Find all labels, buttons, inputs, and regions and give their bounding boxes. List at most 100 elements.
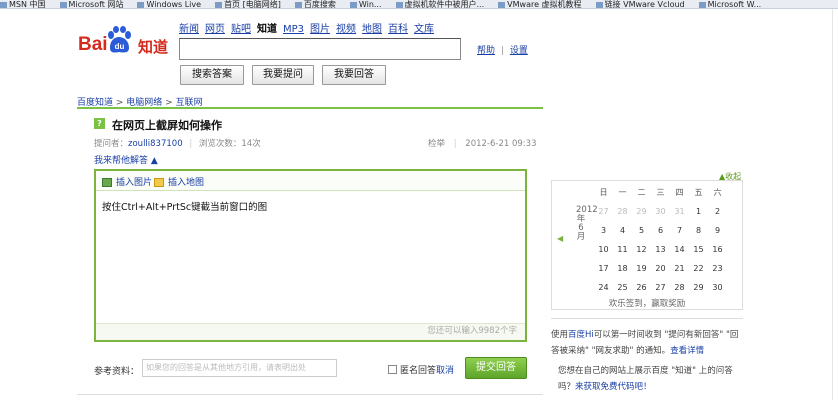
question-icon: ? (94, 118, 105, 129)
favorite-page-icon (294, 1, 302, 8)
calendar-day[interactable]: 4 (613, 221, 632, 240)
settings-link[interactable]: 设置 (510, 46, 528, 56)
calendar-day[interactable]: 10 (594, 240, 613, 259)
favorite-page-icon (349, 1, 357, 8)
nav-item[interactable]: MP3 (283, 24, 304, 35)
favorite-page-icon (395, 1, 403, 8)
anonymous-checkbox[interactable] (388, 365, 397, 374)
favorite-page-icon (137, 1, 145, 8)
baidu-zhidao-logo[interactable]: Bai du 知道 (78, 26, 174, 60)
favorite-label: 链接 VMware Vcloud (604, 0, 685, 9)
calendar-day[interactable]: 15 (689, 240, 708, 259)
favorite-page-icon (0, 1, 7, 8)
weekday-header: 六 (713, 188, 722, 197)
nav-item[interactable]: 图片 (310, 24, 330, 35)
calendar-day[interactable]: 8 (689, 221, 708, 240)
calendar-day[interactable]: 27 (594, 202, 613, 221)
calendar-day[interactable]: 29 (632, 202, 651, 221)
nav-item[interactable]: 文库 (414, 24, 434, 35)
calendar-day[interactable]: 1 (689, 202, 708, 221)
search-answer-button[interactable]: 搜索答案 (180, 65, 244, 85)
calendar-day[interactable]: 28 (670, 278, 689, 297)
calendar-day[interactable]: 23 (708, 259, 727, 278)
submit-answer-button[interactable]: 提交回答 (465, 357, 527, 379)
insert-map-label: 插入地图 (168, 178, 205, 188)
nav-item[interactable]: 贴吧 (231, 24, 251, 35)
ask-question-button[interactable]: 我要提问 (252, 65, 314, 85)
nav-item[interactable]: 地图 (362, 24, 382, 35)
favorite-item[interactable]: Win... (349, 1, 382, 8)
favorite-item[interactable]: Microsoft 网站 (59, 1, 123, 8)
i-help-answer-toggle[interactable]: 我来帮他解答 ▲ (94, 153, 158, 166)
footer-divider (77, 394, 543, 395)
reference-label: 参考资料： (94, 367, 140, 377)
favorite-item[interactable]: MSN 中国 (0, 1, 46, 8)
calendar-day[interactable]: 26 (632, 278, 651, 297)
insert-image-button[interactable]: 插入图片 (102, 175, 152, 188)
calendar-day[interactable]: 6 (651, 221, 670, 240)
favorite-item[interactable]: 虚拟机软件中被用户... (395, 1, 484, 8)
calendar-day[interactable]: 30 (651, 202, 670, 221)
view-details-link[interactable]: 查看详情 (670, 346, 704, 356)
search-input[interactable] (179, 38, 461, 60)
favorite-item[interactable]: Windows Live (137, 1, 201, 8)
calendar-day[interactable]: 28 (613, 202, 632, 221)
nav-item[interactable]: 新闻 (179, 24, 199, 35)
calendar-day[interactable]: 9 (708, 221, 727, 240)
nav-item[interactable]: 视频 (336, 24, 356, 35)
baidu-hi-link[interactable]: 百度Hi (568, 330, 594, 340)
calendar-day[interactable]: 17 (594, 259, 613, 278)
anonymous-option: 匿名回答取消 (388, 363, 454, 376)
calendar-day[interactable]: 24 (594, 278, 613, 297)
asker-link[interactable]: zoulli837100 (128, 139, 183, 149)
favorite-page-icon (498, 1, 506, 8)
answer-button[interactable]: 我要回答 (322, 65, 386, 85)
calendar-day[interactable]: 2 (708, 202, 727, 221)
insert-map-button[interactable]: 插入地图 (154, 175, 204, 188)
answer-textarea[interactable]: 按住Ctrl+Alt+PrtSc键截当前窗口的图 (102, 199, 267, 213)
nav-item[interactable]: 百科 (388, 24, 408, 35)
calendar-day[interactable]: 13 (651, 240, 670, 259)
favorite-item[interactable]: Microsoft W... (698, 1, 761, 8)
signin-prompt[interactable]: 欢乐签到，赢取奖励 (552, 297, 742, 309)
calendar-day[interactable]: 22 (689, 259, 708, 278)
prev-month-icon[interactable]: ◀ (557, 234, 563, 243)
anonymous-label: 匿名回答 (400, 366, 437, 376)
calendar-day[interactable]: 3 (594, 221, 613, 240)
help-separator: | (500, 46, 504, 56)
reference-input[interactable]: 如果您的回答是从其他地方引用，请表明出处 (142, 359, 337, 377)
cancel-link[interactable]: 取消 (436, 366, 454, 376)
favorite-item[interactable]: 首页 [电脑网络] (215, 0, 281, 9)
calendar-day[interactable]: 29 (689, 278, 708, 297)
calendar-day[interactable]: 21 (670, 259, 689, 278)
calendar-day[interactable]: 31 (670, 202, 689, 221)
help-link[interactable]: 帮助 (477, 46, 495, 56)
calendar-day[interactable]: 7 (670, 221, 689, 240)
calendar-day[interactable]: 12 (632, 240, 651, 259)
calendar-day[interactable]: 16 (708, 240, 727, 259)
favorite-label: 首页 [电脑网络] (224, 0, 281, 9)
browser-favorites-bar: MSN 中国 Microsoft 网站 Windows Live 首页 [电脑网络] 百… (0, 0, 838, 9)
favorite-page-icon (215, 1, 223, 8)
calendar-day[interactable]: 11 (613, 240, 632, 259)
calendar-grid: 日一二三四五六 27 28 29 30 31 1 2 3 4 5 6 7 8 9 10 11 12 13 14 15 16… (594, 183, 727, 297)
calendar-day[interactable]: 25 (613, 278, 632, 297)
calendar-day[interactable]: 18 (613, 259, 632, 278)
calendar-day[interactable]: 19 (632, 259, 651, 278)
hi-promo: 使用百度Hi可以第一时间收到 "提问有新回答" "回答被采纳" "网友求助" 的… (551, 318, 743, 359)
asker-label: 提问者： (94, 139, 129, 149)
calendar-day[interactable]: 14 (670, 240, 689, 259)
calendar-day[interactable]: 27 (651, 278, 670, 297)
report-link[interactable]: 检举 (428, 139, 445, 149)
answer-editor[interactable]: 插入图片 插入地图 按住Ctrl+Alt+PrtSc键截当前窗口的图 您还可以输… (94, 169, 527, 342)
calendar-day[interactable]: 5 (632, 221, 651, 240)
report-area: 检举 | 2012-6-21 09:33 (428, 139, 537, 149)
calendar-day[interactable]: 30 (708, 278, 727, 297)
nav-item[interactable]: 知道 (257, 24, 277, 35)
get-code-link[interactable]: 来获取免费代码吧！ (575, 382, 652, 392)
favorite-item[interactable]: 链接 VMware Vcloud (595, 0, 685, 9)
favorite-item[interactable]: VMware 虚拟机教程 (498, 1, 582, 8)
nav-item[interactable]: 网页 (205, 24, 225, 35)
favorite-item[interactable]: 百度搜索 (294, 1, 336, 8)
calendar-day[interactable]: 20 (651, 259, 670, 278)
